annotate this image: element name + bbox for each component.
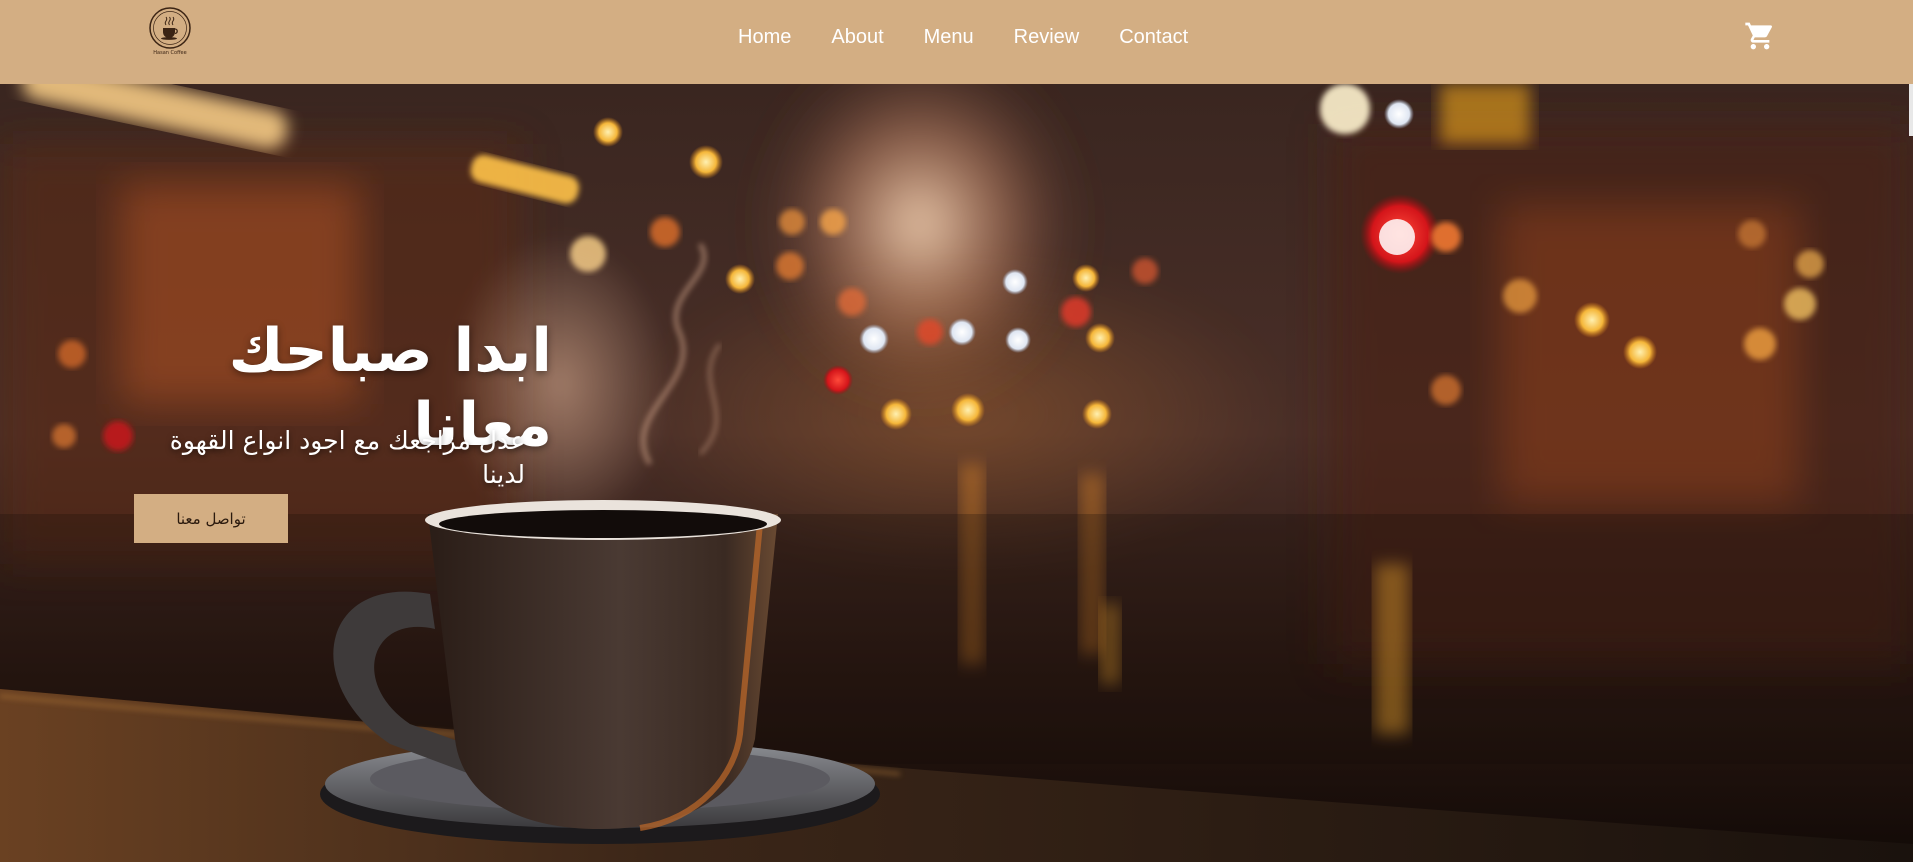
navbar: Hasan Coffee Home About Menu Review Cont… [0,0,1913,84]
shopping-cart-icon[interactable] [1744,20,1776,52]
coffee-logo-icon [149,7,191,49]
nav-link-contact[interactable]: Contact [1119,24,1188,50]
hero-subtitle: عدل مزاجعك مع اجود انواع القهوة لدينا [169,426,525,489]
nav-menu: Home About Menu Review Contact [738,24,1228,50]
logo-caption: Hasan Coffee [153,50,187,56]
nav-link-about[interactable]: About [831,24,883,50]
hero-section: ابدا صباحك معانا عدل مزاجعك مع اجود انوا… [0,84,1913,862]
nav-link-menu[interactable]: Menu [924,24,974,50]
nav-link-review[interactable]: Review [1014,24,1080,50]
brand-logo[interactable]: Hasan Coffee [146,6,194,60]
contact-us-button[interactable]: تواصل معنا [134,494,288,543]
scrollbar-thumb[interactable] [1909,84,1913,136]
page: Hasan Coffee Home About Menu Review Cont… [0,0,1913,862]
nav-link-home[interactable]: Home [738,24,791,50]
